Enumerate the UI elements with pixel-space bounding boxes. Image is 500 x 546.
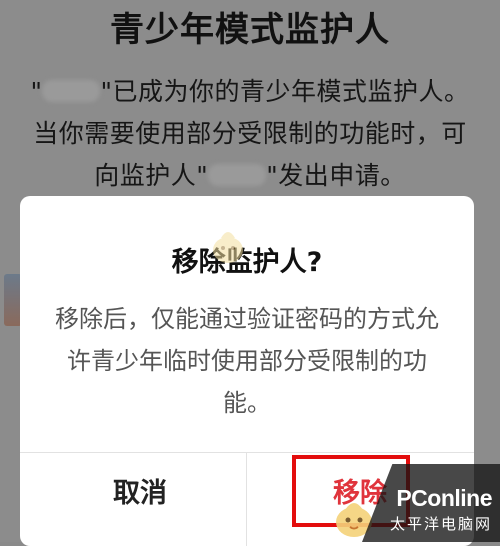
quote-open: " — [30, 77, 43, 106]
dialog-message: 移除后，仅能通过验证密码的方式允许青少年临时使用部分受限制的功能。 — [55, 305, 439, 417]
instruction-line: 当你需要使用部分受限制的功能时，可 — [33, 119, 467, 148]
watermark-subtitle: 太平洋电脑网 — [389, 515, 492, 533]
status-text: "已成为你的青少年模式监护人。 — [100, 77, 470, 106]
request-suffix: "发出申请。 — [266, 161, 406, 190]
watermark-logo-text: PConline — [396, 485, 492, 511]
cancel-button[interactable]: 取消 — [50, 468, 230, 520]
page-title: 青少年模式监护人 — [110, 10, 390, 50]
request-line: 向监护人" "发出申请。 — [8, 156, 492, 192]
dialog-divider — [20, 452, 474, 453]
button-divider — [246, 452, 247, 546]
mascot-watermark-icon — [213, 232, 243, 263]
blurred-name — [42, 80, 101, 102]
request-prefix: 向监护人" — [94, 161, 209, 190]
guardian-status-line: " "已成为你的青少年模式监护人。 — [8, 72, 492, 108]
blurred-guardian-name — [208, 164, 267, 186]
